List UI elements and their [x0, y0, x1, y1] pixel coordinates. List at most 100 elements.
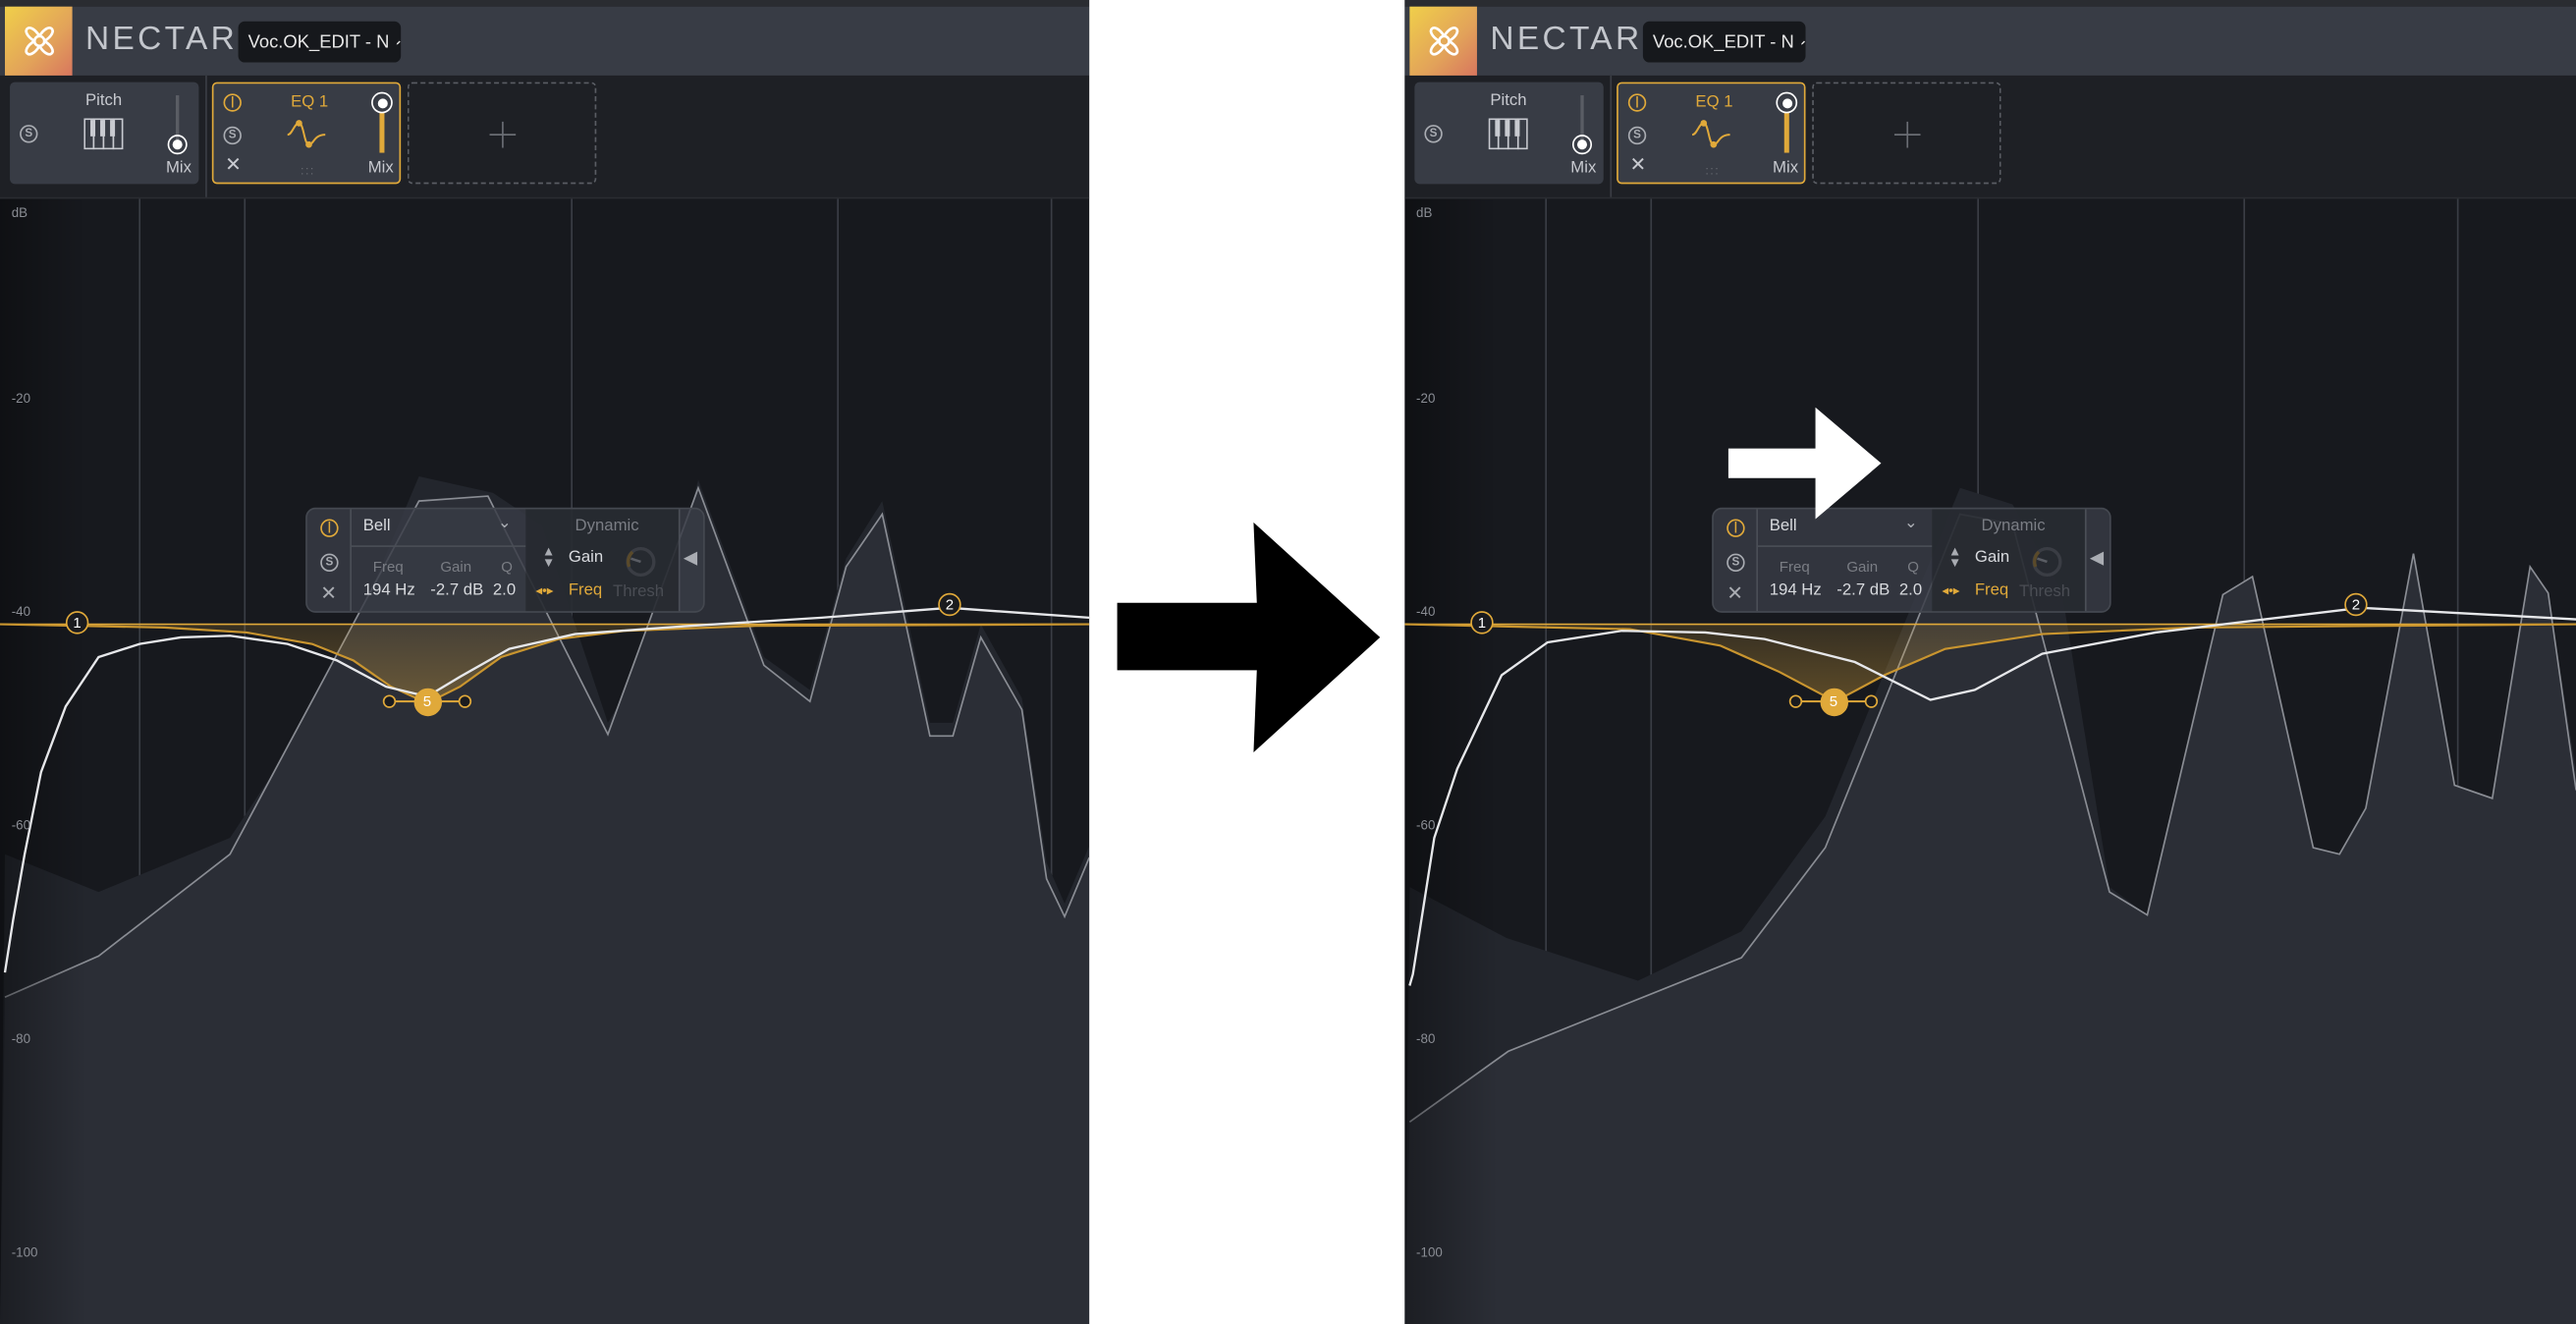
drag-handle-icon[interactable]: :::: [1705, 166, 1720, 178]
shape-value: Bell: [362, 517, 391, 536]
mix-slider-handle[interactable]: [167, 135, 188, 155]
module-pitch[interactable]: S Pitch Mix: [1414, 82, 1604, 185]
mix-label: Mix: [165, 159, 192, 178]
module-title: Pitch: [84, 91, 123, 111]
eq-node-1[interactable]: 1: [65, 611, 89, 634]
power-icon[interactable]: |: [223, 93, 242, 112]
eq-graph-canvas[interactable]: [0, 198, 1090, 1324]
eq-node-1[interactable]: 1: [1470, 611, 1494, 634]
pencil-icon[interactable]: [1800, 33, 1806, 50]
module-pitch[interactable]: S Pitch Mix: [10, 82, 199, 185]
module-title: EQ 1: [291, 93, 329, 112]
band-solo-button[interactable]: S: [320, 553, 339, 573]
eq-graph[interactable]: dB -20 -40 -60 -80 -100 1 2 5: [1404, 198, 2576, 1324]
mix-label: Mix: [1773, 159, 1799, 178]
dynamic-label[interactable]: Dynamic: [1982, 518, 2046, 535]
close-icon[interactable]: ✕: [1630, 153, 1647, 176]
db-axis-label: -40: [11, 604, 31, 620]
eq-graph-canvas[interactable]: [1404, 198, 2576, 1324]
power-icon[interactable]: |: [1627, 93, 1647, 112]
db-axis-label: -80: [11, 1031, 31, 1047]
module-title: Pitch: [1490, 91, 1527, 111]
eq-node-2[interactable]: 2: [938, 592, 961, 617]
preset-name: Voc.OK_EDIT - N: [1652, 31, 1794, 52]
solo-button[interactable]: S: [223, 126, 242, 145]
db-axis-label: -100: [1416, 1244, 1443, 1260]
freq-arrows-icon: ◂•▸: [1942, 582, 1960, 598]
band-solo-button[interactable]: S: [1726, 553, 1745, 573]
nectar-panel-after: NECTAR Voc.OK_EDIT - N S Pitch Mix | S ✕…: [1404, 0, 2576, 1324]
module-eq-1[interactable]: | S ✕ EQ 1 ::: Mix: [211, 82, 402, 185]
eq-node-2[interactable]: 2: [2344, 592, 2368, 617]
solo-button[interactable]: S: [1424, 125, 1443, 143]
divider: [2084, 509, 2087, 612]
arrow-right-icon: [1727, 407, 1882, 520]
eq-node-5[interactable]: 5: [412, 687, 442, 716]
host-title-strip: [1404, 0, 2576, 7]
plus-icon: [1893, 121, 1921, 148]
nectar-flower-logo[interactable]: [5, 6, 73, 76]
piano-keys-icon: [1488, 118, 1528, 150]
q-value[interactable]: 2.0: [1899, 581, 1922, 599]
eq-graph[interactable]: dB -20 -40 -60 -80 -100 1 2 5: [0, 198, 1090, 1324]
preset-name-field[interactable]: Voc.OK_EDIT - N: [1642, 21, 1806, 63]
gain-value[interactable]: -2.7 dB: [430, 581, 483, 599]
solo-button[interactable]: S: [20, 125, 38, 143]
logo-icon: [24, 27, 54, 56]
band-power-icon[interactable]: |: [320, 519, 339, 537]
host-title-strip: [0, 0, 1090, 7]
piano-keys-icon: [83, 118, 124, 150]
db-axis-label: -40: [1416, 604, 1436, 620]
gain-arrows-icon: ▲ ▼: [1948, 543, 1962, 571]
db-axis-label: -80: [1416, 1031, 1436, 1047]
threshold-knob[interactable]: [2031, 545, 2063, 578]
dynamic-section: Dynamic ▲ ▼ Gain ◂•▸ Freq Thresh: [525, 509, 679, 612]
thresh-label: Thresh: [612, 582, 665, 602]
dynamic-section: Dynamic ▲ ▼ Gain ◂•▸ Freq Thresh: [1932, 509, 2085, 612]
drag-handle-icon[interactable]: :::: [301, 166, 315, 178]
app-header: NECTAR Voc.OK_EDIT - N: [0, 6, 1090, 76]
mix-slider-handle[interactable]: [1776, 91, 1798, 114]
module-eq-1[interactable]: | S ✕ EQ 1 ::: Mix: [1617, 82, 1806, 185]
q-label: Q: [501, 558, 513, 576]
q-value[interactable]: 2.0: [493, 581, 516, 599]
q-handle-right[interactable]: [458, 694, 472, 708]
collapse-triangle-icon[interactable]: ◀: [684, 547, 697, 569]
collapse-triangle-icon[interactable]: ◀: [2090, 547, 2104, 569]
add-module-slot[interactable]: [1812, 82, 2001, 185]
add-module-slot[interactable]: [407, 82, 597, 185]
divider: [1610, 75, 1613, 197]
dynamic-label[interactable]: Dynamic: [575, 518, 639, 535]
pencil-icon[interactable]: [396, 33, 401, 50]
divider: [205, 75, 207, 197]
preset-name: Voc.OK_EDIT - N: [247, 31, 390, 52]
dyn-gain-option[interactable]: Gain: [569, 549, 603, 567]
q-handle-right[interactable]: [1864, 694, 1879, 708]
band-delete-icon[interactable]: ✕: [320, 581, 337, 604]
dyn-gain-option[interactable]: Gain: [1975, 549, 2009, 567]
eq-node-5[interactable]: 5: [1819, 687, 1848, 716]
close-icon[interactable]: ✕: [225, 153, 242, 176]
db-axis-label: -20: [11, 391, 31, 407]
q-handle-left[interactable]: [1788, 694, 1803, 708]
shape-dropdown[interactable]: Bell ⌄: [352, 509, 526, 547]
dyn-freq-option[interactable]: Freq: [1975, 581, 2008, 599]
band-popup: | S ✕ Bell ⌄ Freq Gain Q 194 Hz -2.7 dB …: [305, 507, 705, 613]
mix-label: Mix: [1570, 159, 1597, 178]
preset-name-field[interactable]: Voc.OK_EDIT - N: [238, 21, 402, 63]
band-delete-icon[interactable]: ✕: [1726, 581, 1743, 604]
mix-slider-handle[interactable]: [1571, 135, 1593, 155]
mix-slider-handle[interactable]: [371, 91, 393, 114]
q-handle-left[interactable]: [382, 694, 397, 708]
nectar-panel-before: NECTAR Voc.OK_EDIT - N S Pitch Mix | S ✕…: [0, 0, 1090, 1324]
freq-value[interactable]: 194 Hz: [363, 581, 415, 599]
freq-label: Freq: [1779, 558, 1810, 576]
dyn-freq-option[interactable]: Freq: [569, 581, 602, 599]
threshold-knob[interactable]: [625, 545, 657, 578]
freq-value[interactable]: 194 Hz: [1770, 581, 1822, 599]
nectar-flower-logo[interactable]: [1409, 6, 1477, 76]
left-shade: [1404, 198, 2576, 1324]
gain-value[interactable]: -2.7 dB: [1836, 581, 1890, 599]
brand-name: NECTAR: [1490, 21, 1643, 58]
solo-button[interactable]: S: [1627, 126, 1647, 145]
